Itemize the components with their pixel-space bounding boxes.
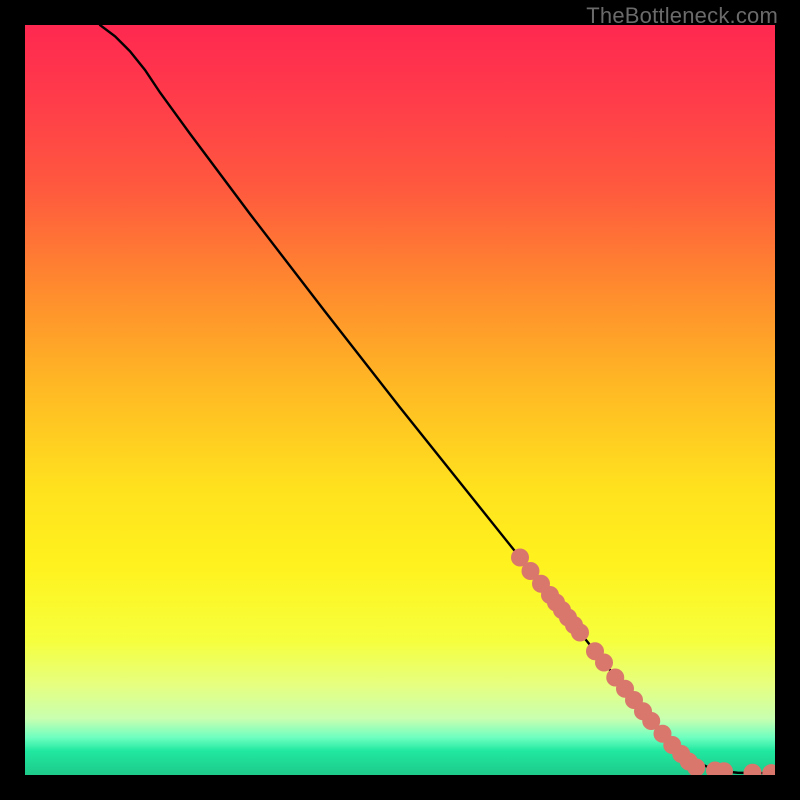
gradient-background (25, 25, 775, 775)
chart-frame: TheBottleneck.com (0, 0, 800, 800)
attribution-text: TheBottleneck.com (586, 3, 778, 29)
